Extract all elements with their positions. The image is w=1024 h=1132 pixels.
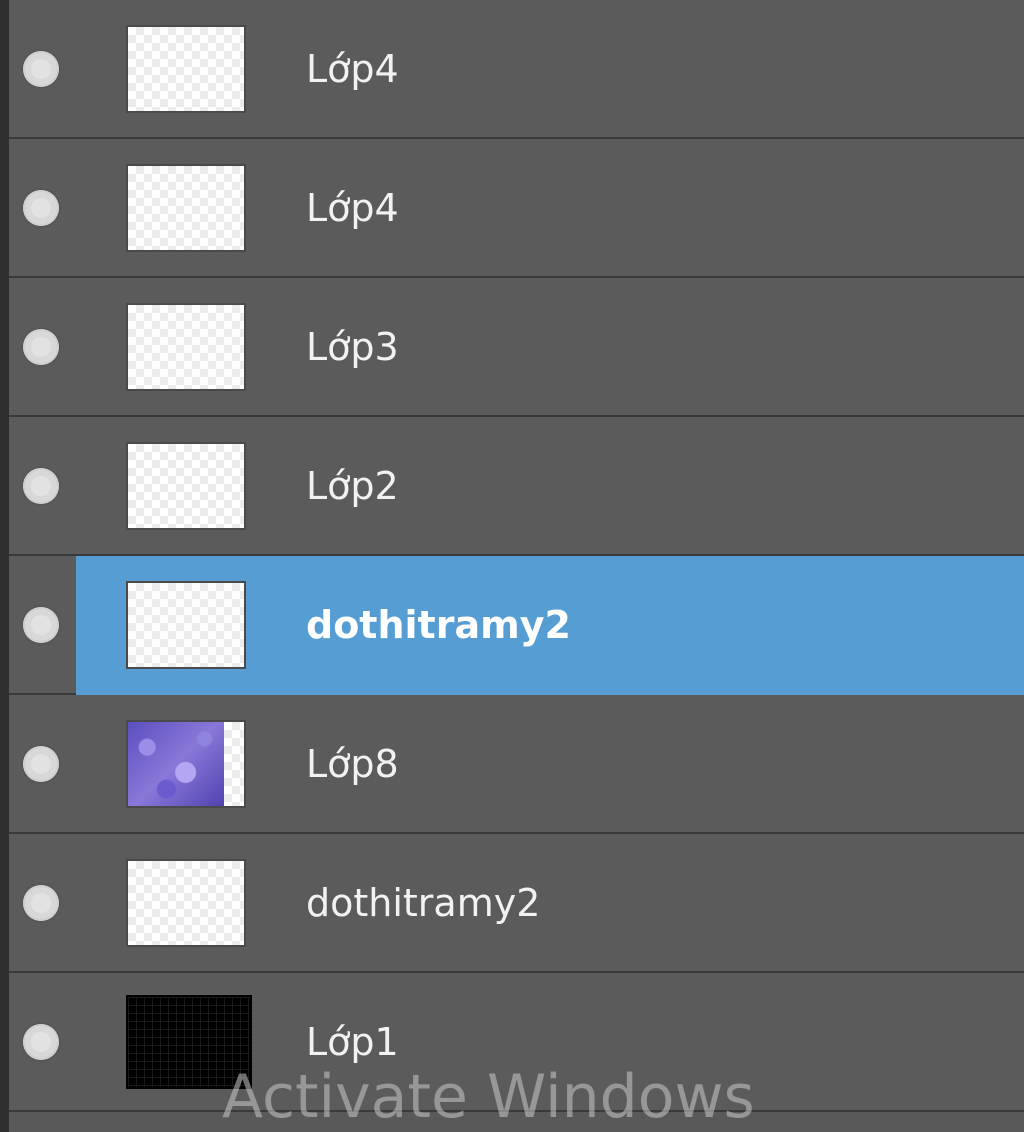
layer-name[interactable]: Lớp4 [306,186,399,230]
visibility-toggle-icon[interactable] [23,745,59,782]
activate-windows-watermark: Activate Windows [222,1062,755,1132]
layer-row-lop4[interactable]: Lớp4 [9,139,1024,278]
layer-row-lop3[interactable]: Lớp3 [9,278,1024,417]
layer-name[interactable]: dothitramy2 [306,881,540,925]
layer-thumbnail [126,163,246,252]
layer-thumbnail [126,302,246,391]
visibility-toggle-icon[interactable] [23,50,59,87]
layer-thumbnail [126,858,246,947]
layer-name[interactable]: Lớp3 [306,325,399,369]
visibility-toggle-icon[interactable] [23,467,59,504]
layers-panel: Lớp4 Lớp4 Lớp3 Lớp2 dothitramy2 Lớp8 dot… [9,0,1024,1112]
layer-name[interactable]: Lớp8 [306,742,399,786]
layer-name[interactable]: dothitramy2 [306,603,571,647]
visibility-toggle-icon[interactable] [23,189,59,226]
layer-row-lop8[interactable]: Lớp8 [9,695,1024,834]
layer-row-lop4-top[interactable]: Lớp4 [9,0,1024,139]
visibility-toggle-icon[interactable] [23,1023,59,1060]
layer-name[interactable]: Lớp1 [306,1020,399,1064]
layer-thumbnail [126,24,246,113]
layer-name[interactable]: Lớp4 [306,47,399,91]
layer-row-lop2[interactable]: Lớp2 [9,417,1024,556]
visibility-toggle-icon[interactable] [23,328,59,365]
layer-name[interactable]: Lớp2 [306,464,399,508]
visibility-toggle-icon[interactable] [23,884,59,921]
layer-row-dothitramy2-selected[interactable]: dothitramy2 [9,556,1024,695]
layer-thumbnail [126,580,246,669]
panel-left-edge [0,0,9,1132]
visibility-toggle-icon[interactable] [23,606,59,643]
layer-thumbnail [126,719,246,808]
layer-row-dothitramy2[interactable]: dothitramy2 [9,834,1024,973]
layer-thumbnail [126,441,246,530]
